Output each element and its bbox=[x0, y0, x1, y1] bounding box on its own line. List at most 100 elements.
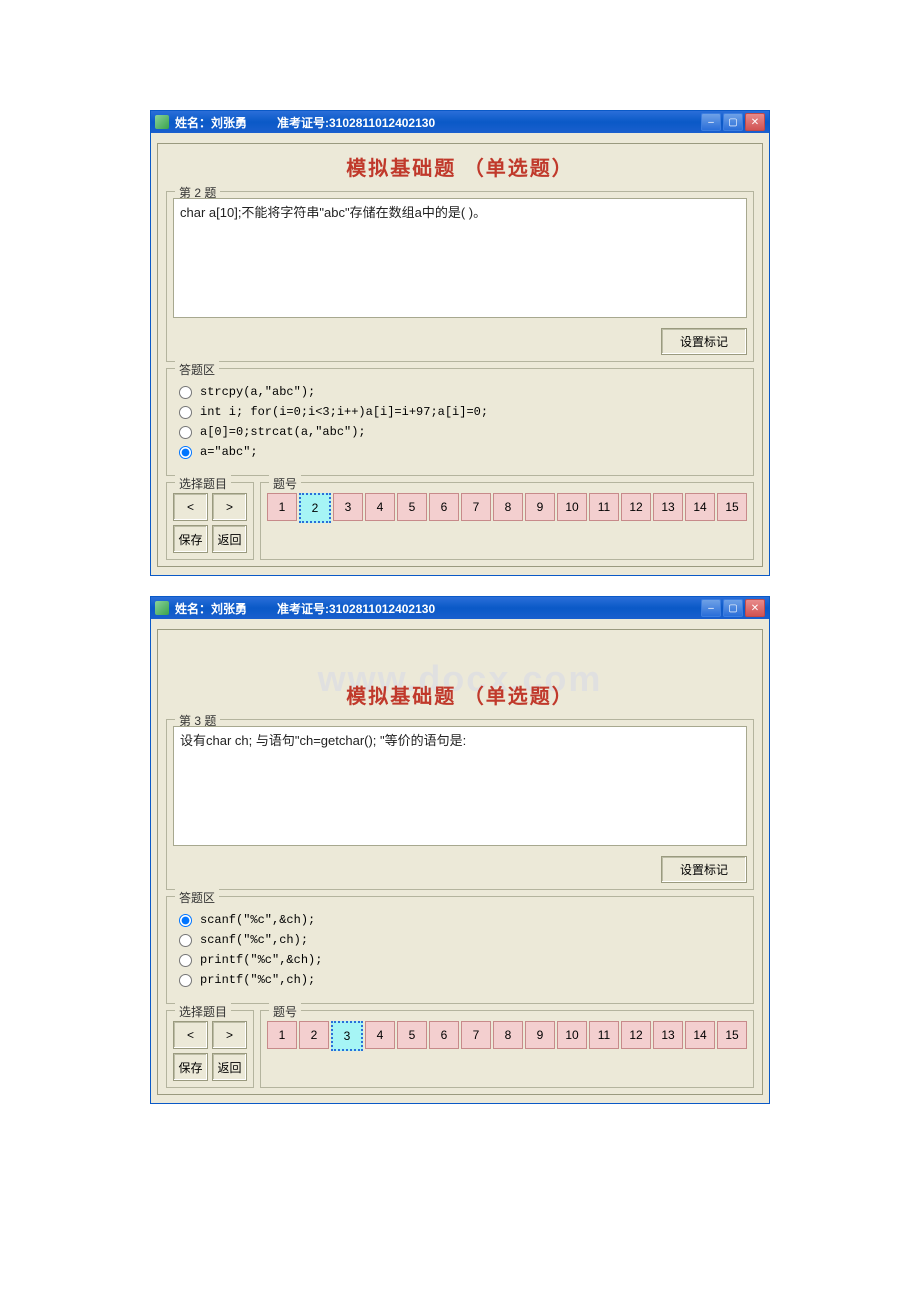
titlebar: 姓名：刘张勇 准考证号:3102811012402130 –▢✕ bbox=[151, 597, 769, 619]
question-number[interactable]: 2 bbox=[299, 1021, 329, 1049]
question-number[interactable]: 6 bbox=[429, 493, 459, 521]
answer-option[interactable]: scanf("%c",&ch); bbox=[179, 913, 741, 927]
answer-option[interactable]: int i; for(i=0;i<3;i++)a[i]=i+97;a[i]=0; bbox=[179, 405, 741, 419]
question-number[interactable]: 5 bbox=[397, 1021, 427, 1049]
prev-button[interactable]: < bbox=[173, 493, 208, 521]
title-exam-id: 准考证号:3102811012402130 bbox=[277, 114, 435, 131]
set-mark-button[interactable]: 设置标记 bbox=[661, 328, 747, 355]
answer-radio[interactable] bbox=[179, 914, 192, 927]
answer-option[interactable]: a[0]=0;strcat(a,"abc"); bbox=[179, 425, 741, 439]
question-number[interactable]: 12 bbox=[621, 1021, 651, 1049]
prev-button[interactable]: < bbox=[173, 1021, 208, 1049]
question-number[interactable]: 11 bbox=[589, 1021, 619, 1049]
question-number[interactable]: 3 bbox=[333, 493, 363, 521]
answer-option[interactable]: a="abc"; bbox=[179, 445, 741, 459]
title-name: 姓名：刘张勇 bbox=[175, 600, 247, 617]
app-window: 姓名：刘张勇 准考证号:3102811012402130 –▢✕ 模拟基础题 （单选题… bbox=[150, 110, 770, 576]
save-button[interactable]: 保存 bbox=[173, 1053, 208, 1081]
answer-text: scanf("%c",ch); bbox=[200, 933, 308, 947]
minimize-icon[interactable]: – bbox=[701, 599, 721, 617]
question-number[interactable]: 2 bbox=[299, 493, 331, 523]
answer-option[interactable]: printf("%c",ch); bbox=[179, 973, 741, 987]
answer-text: strcpy(a,"abc"); bbox=[200, 385, 315, 399]
close-icon[interactable]: ✕ bbox=[745, 599, 765, 617]
next-button[interactable]: > bbox=[212, 493, 247, 521]
page-title: 模拟基础题 （单选题） bbox=[158, 144, 762, 185]
answer-radio[interactable] bbox=[179, 446, 192, 459]
question-text: char a[10];不能将字符串"abc"存储在数组a中的是( )。 bbox=[173, 198, 747, 318]
question-number[interactable]: 10 bbox=[557, 493, 587, 521]
answer-box: 答题区strcpy(a,"abc");int i; for(i=0;i<3;i+… bbox=[166, 368, 754, 476]
question-number[interactable]: 9 bbox=[525, 1021, 555, 1049]
question-number[interactable]: 10 bbox=[557, 1021, 587, 1049]
answer-radio[interactable] bbox=[179, 974, 192, 987]
question-numbers-box: 题号123456789101112131415 bbox=[260, 482, 754, 560]
question-number[interactable]: 14 bbox=[685, 493, 715, 521]
main-panel: 模拟基础题 （单选题） 第 2 题char a[10];不能将字符串"abc"存储… bbox=[157, 143, 763, 567]
main-panel: www.docx.com模拟基础题 （单选题）第 3 题设有char ch; 与… bbox=[157, 629, 763, 1095]
question-number[interactable]: 14 bbox=[685, 1021, 715, 1049]
question-numbers-box: 题号123456789101112131415 bbox=[260, 1010, 754, 1088]
answer-radio[interactable] bbox=[179, 934, 192, 947]
app-icon bbox=[155, 115, 169, 129]
maximize-icon[interactable]: ▢ bbox=[723, 599, 743, 617]
answer-text: a="abc"; bbox=[200, 445, 258, 459]
answer-radio[interactable] bbox=[179, 406, 192, 419]
back-button[interactable]: 返回 bbox=[212, 1053, 247, 1081]
titlebar: 姓名：刘张勇 准考证号:3102811012402130 –▢✕ bbox=[151, 111, 769, 133]
close-icon[interactable]: ✕ bbox=[745, 113, 765, 131]
question-number[interactable]: 1 bbox=[267, 1021, 297, 1049]
app-window: 姓名：刘张勇 准考证号:3102811012402130 –▢✕ www.docx.c… bbox=[150, 596, 770, 1104]
answer-radio[interactable] bbox=[179, 386, 192, 399]
question-number[interactable]: 7 bbox=[461, 493, 491, 521]
answer-radio[interactable] bbox=[179, 954, 192, 967]
question-number[interactable]: 12 bbox=[621, 493, 651, 521]
question-box: 第 2 题char a[10];不能将字符串"abc"存储在数组a中的是( )。… bbox=[166, 191, 754, 362]
answer-text: printf("%c",&ch); bbox=[200, 953, 322, 967]
title-name: 姓名：刘张勇 bbox=[175, 114, 247, 131]
page-title: 模拟基础题 （单选题） bbox=[158, 672, 762, 713]
question-number[interactable]: 15 bbox=[717, 1021, 747, 1049]
save-button[interactable]: 保存 bbox=[173, 525, 208, 553]
next-button[interactable]: > bbox=[212, 1021, 247, 1049]
question-number[interactable]: 6 bbox=[429, 1021, 459, 1049]
question-number[interactable]: 4 bbox=[365, 1021, 395, 1049]
back-button[interactable]: 返回 bbox=[212, 525, 247, 553]
nav-select: 选择题目<>保存返回 bbox=[166, 1010, 254, 1088]
answer-option[interactable]: strcpy(a,"abc"); bbox=[179, 385, 741, 399]
nav-label: 选择题目 bbox=[175, 1003, 231, 1020]
answer-text: scanf("%c",&ch); bbox=[200, 913, 315, 927]
question-number[interactable]: 8 bbox=[493, 493, 523, 521]
numbers-label: 题号 bbox=[269, 475, 301, 492]
question-number[interactable]: 13 bbox=[653, 493, 683, 521]
minimize-icon[interactable]: – bbox=[701, 113, 721, 131]
answer-box: 答题区scanf("%c",&ch);scanf("%c",ch);printf… bbox=[166, 896, 754, 1004]
answer-option[interactable]: scanf("%c",ch); bbox=[179, 933, 741, 947]
answer-label: 答题区 bbox=[175, 889, 219, 906]
answer-label: 答题区 bbox=[175, 361, 219, 378]
maximize-icon[interactable]: ▢ bbox=[723, 113, 743, 131]
answer-text: a[0]=0;strcat(a,"abc"); bbox=[200, 425, 366, 439]
answer-radio[interactable] bbox=[179, 426, 192, 439]
title-exam-id: 准考证号:3102811012402130 bbox=[277, 600, 435, 617]
question-number[interactable]: 8 bbox=[493, 1021, 523, 1049]
question-number[interactable]: 15 bbox=[717, 493, 747, 521]
app-icon bbox=[155, 601, 169, 615]
question-number[interactable]: 3 bbox=[331, 1021, 363, 1051]
set-mark-button[interactable]: 设置标记 bbox=[661, 856, 747, 883]
question-text: 设有char ch; 与语句"ch=getchar(); "等价的语句是: bbox=[173, 726, 747, 846]
nav-select: 选择题目<>保存返回 bbox=[166, 482, 254, 560]
question-number[interactable]: 5 bbox=[397, 493, 427, 521]
question-number[interactable]: 7 bbox=[461, 1021, 491, 1049]
answer-option[interactable]: printf("%c",&ch); bbox=[179, 953, 741, 967]
numbers-label: 题号 bbox=[269, 1003, 301, 1020]
nav-label: 选择题目 bbox=[175, 475, 231, 492]
answer-text: int i; for(i=0;i<3;i++)a[i]=i+97;a[i]=0; bbox=[200, 405, 488, 419]
question-number[interactable]: 13 bbox=[653, 1021, 683, 1049]
question-box: 第 3 题设有char ch; 与语句"ch=getchar(); "等价的语句… bbox=[166, 719, 754, 890]
question-number[interactable]: 4 bbox=[365, 493, 395, 521]
question-number[interactable]: 1 bbox=[267, 493, 297, 521]
question-number[interactable]: 9 bbox=[525, 493, 555, 521]
question-number[interactable]: 11 bbox=[589, 493, 619, 521]
answer-text: printf("%c",ch); bbox=[200, 973, 315, 987]
